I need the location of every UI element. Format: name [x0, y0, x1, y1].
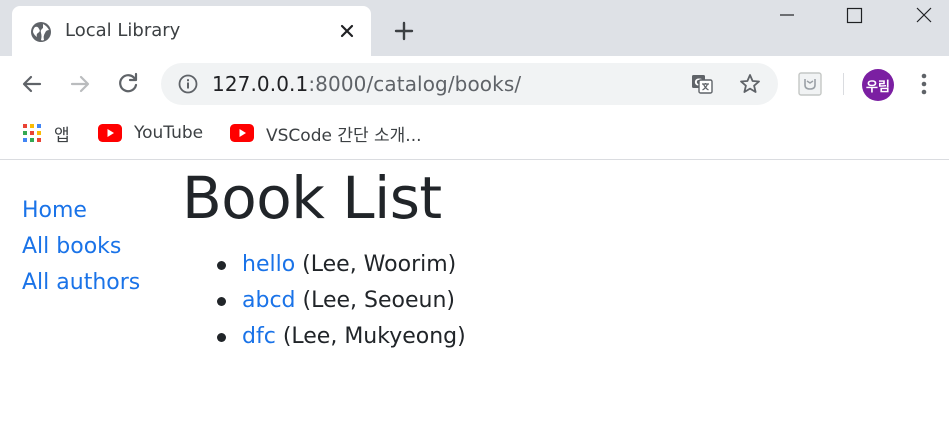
bookmark-label: 앱 [54, 125, 70, 146]
bookmark-youtube[interactable]: YouTube [98, 111, 203, 155]
translate-icon[interactable]: G [690, 72, 714, 96]
sidebar-link-all-authors[interactable]: All authors [22, 270, 140, 295]
book-title-link[interactable]: dfc [242, 324, 276, 349]
bookmarks-bar: 앱 YouTube VSCode 간단 소개... [0, 111, 949, 160]
sidebar-item-home: Home [22, 194, 140, 230]
youtube-icon [230, 124, 254, 142]
browser-tab[interactable]: Local Library [12, 6, 371, 56]
sidebar-link-all-books[interactable]: All books [22, 234, 121, 259]
bookmark-apps[interactable]: 앱 [22, 111, 70, 155]
apps-grid-icon [23, 124, 41, 142]
list-item: hello (Lee, Woorim) [217, 249, 466, 285]
window-close-icon[interactable] [900, 0, 946, 32]
bookmark-vscode[interactable]: VSCode 간단 소개... [230, 111, 422, 155]
url-host: 127.0.0.1 [212, 72, 309, 96]
book-author: (Lee, Seoeun) [302, 288, 455, 313]
sidebar-link-home[interactable]: Home [22, 198, 87, 223]
address-bar[interactable]: 127.0.0.1:8000/catalog/books/ G [161, 63, 778, 105]
extension-icon[interactable] [796, 70, 824, 98]
list-item: dfc (Lee, Mukyeong) [217, 321, 466, 357]
globe-icon [31, 22, 51, 42]
tab-title: Local Library [65, 20, 181, 41]
forward-arrow-icon[interactable] [66, 70, 94, 98]
book-author: (Lee, Mukyeong) [282, 324, 466, 349]
youtube-icon [98, 124, 122, 142]
url-text[interactable]: 127.0.0.1:8000/catalog/books/ [212, 72, 521, 96]
list-item: abcd (Lee, Seoeun) [217, 285, 466, 321]
minimize-icon[interactable] [764, 0, 810, 32]
close-icon[interactable] [336, 20, 358, 42]
more-menu-icon[interactable] [912, 70, 936, 98]
new-tab-icon[interactable] [392, 19, 416, 43]
back-arrow-icon[interactable] [18, 70, 46, 98]
browser-toolbar: 127.0.0.1:8000/catalog/books/ G 우림 [0, 56, 949, 111]
book-title-link[interactable]: hello [242, 252, 295, 277]
book-list: hello (Lee, Woorim) abcd (Lee, Seoeun) d… [217, 249, 466, 357]
tab-strip: Local Library [0, 0, 949, 56]
sidebar-nav: Home All books All authors [22, 194, 140, 302]
bookmark-label: VSCode 간단 소개... [266, 125, 422, 146]
sidebar-item-all-books: All books [22, 230, 140, 266]
page-title: Book List [182, 164, 442, 232]
info-icon[interactable] [178, 74, 198, 94]
profile-avatar[interactable]: 우림 [862, 69, 894, 101]
sidebar-item-all-authors: All authors [22, 266, 140, 302]
book-title-link[interactable]: abcd [242, 288, 296, 313]
maximize-icon[interactable] [831, 0, 877, 32]
reload-icon[interactable] [114, 70, 142, 98]
bookmark-star-icon[interactable] [738, 72, 762, 96]
book-author: (Lee, Woorim) [302, 252, 457, 277]
url-path: :8000/catalog/books/ [308, 72, 522, 96]
toolbar-divider [843, 73, 844, 95]
bookmark-label: YouTube [134, 123, 204, 143]
